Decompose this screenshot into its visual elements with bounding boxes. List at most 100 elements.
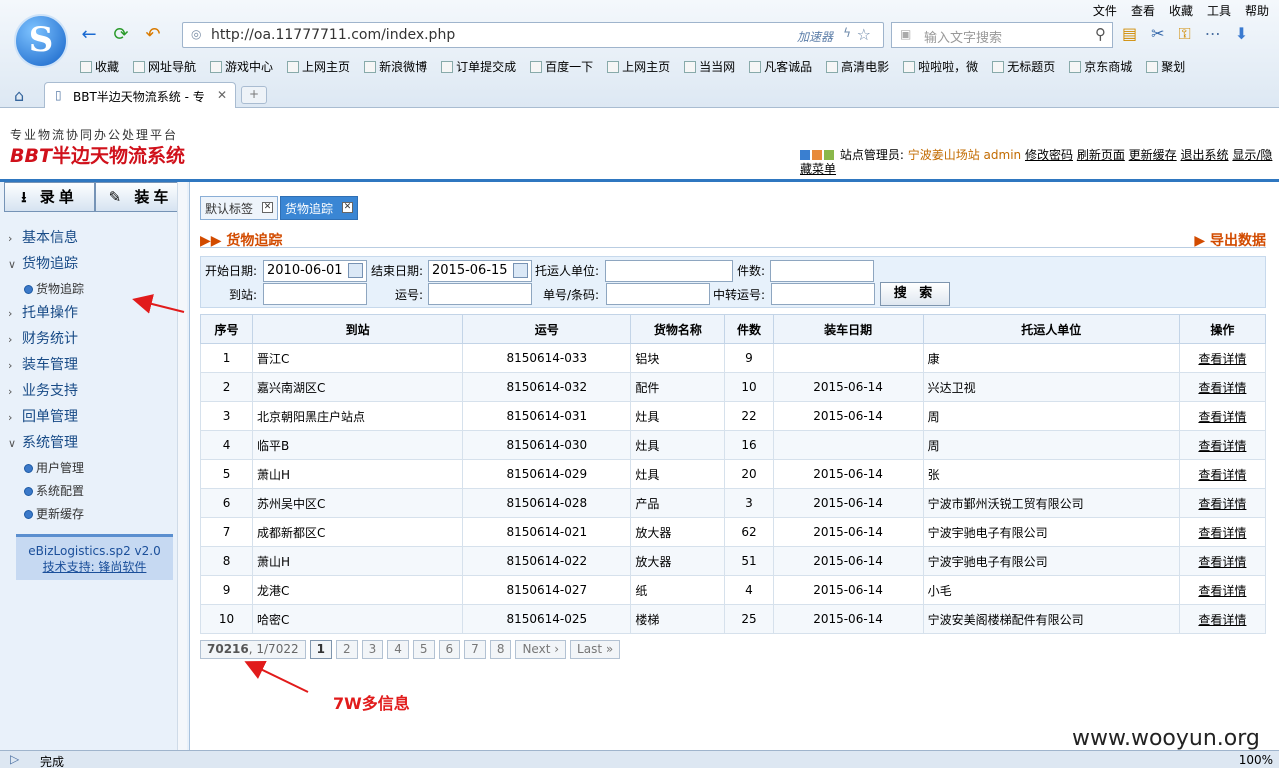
- menu-item-4[interactable]: 帮助: [1245, 2, 1269, 18]
- page-link[interactable]: 4: [387, 640, 409, 659]
- refresh-icon[interactable]: ⟳: [110, 24, 132, 46]
- table-cell[interactable]: 查看详情: [1178, 430, 1267, 460]
- bookmark-item[interactable]: 当当网: [684, 58, 735, 76]
- tab-default[interactable]: 默认标签 ✕: [200, 196, 279, 220]
- sidebar-item[interactable]: › 财务统计: [0, 327, 180, 353]
- shipper-input[interactable]: [605, 260, 733, 282]
- sidebar-subitem[interactable]: 更新缓存: [0, 503, 180, 526]
- zoom-level[interactable]: 100%: [1239, 753, 1273, 767]
- sidebar-scrollbar[interactable]: [177, 182, 187, 750]
- undo-icon[interactable]: ↶: [142, 24, 164, 46]
- sidebar-item[interactable]: › 托单操作: [0, 301, 180, 327]
- header-link[interactable]: 修改密码: [1025, 148, 1073, 162]
- extension-icon[interactable]: ▤: [1122, 24, 1137, 44]
- header-link[interactable]: 更新缓存: [1129, 148, 1177, 162]
- table-cell[interactable]: 查看详情: [1178, 546, 1267, 576]
- start-date-input[interactable]: 2010-06-01: [263, 260, 367, 282]
- sidebar-item[interactable]: › 基本信息: [0, 226, 180, 252]
- bookmark-item[interactable]: 高清电影: [826, 58, 889, 76]
- page-link[interactable]: 7: [464, 640, 486, 659]
- view-details-link[interactable]: 查看详情: [1198, 439, 1246, 453]
- home-icon[interactable]: ⌂: [14, 86, 34, 105]
- new-tab-button[interactable]: +: [241, 86, 267, 104]
- browser-search-box[interactable]: ▣ 输入文字搜索 ⚲: [891, 22, 1113, 48]
- menu-item-2[interactable]: 收藏: [1169, 2, 1193, 18]
- browser-tab[interactable]: ▯ BBT半边天物流系统 - 专 ✕: [44, 82, 236, 108]
- sidebar-subitem[interactable]: 系统配置: [0, 480, 180, 503]
- sidebar-subitem[interactable]: 货物追踪: [0, 278, 180, 301]
- close-tab-icon[interactable]: ✕: [217, 88, 227, 102]
- destination-input[interactable]: [263, 283, 367, 305]
- page-link[interactable]: Last »: [570, 640, 621, 659]
- theme-green-icon[interactable]: [824, 150, 834, 160]
- bookmark-item[interactable]: 上网主页: [607, 58, 670, 76]
- url-text[interactable]: http://oa.11777711.com/index.php: [211, 27, 455, 43]
- page-link[interactable]: 1: [309, 640, 332, 659]
- more-icon[interactable]: ⋯: [1205, 24, 1221, 44]
- sidebar-item[interactable]: ∨ 货物追踪: [0, 252, 180, 278]
- barcode-input[interactable]: [606, 283, 710, 305]
- theme-orange-icon[interactable]: [812, 150, 822, 160]
- sidebar-item[interactable]: › 业务支持: [0, 379, 180, 405]
- table-cell[interactable]: 查看详情: [1178, 517, 1267, 547]
- calendar-icon[interactable]: [348, 263, 363, 278]
- bookmark-item[interactable]: 啦啦啦，微: [903, 58, 978, 76]
- export-button[interactable]: ▶ 导出数据: [1194, 230, 1266, 250]
- browser-logo-icon[interactable]: S: [14, 14, 68, 68]
- menu-item-3[interactable]: 工具: [1207, 2, 1231, 18]
- page-link[interactable]: 2: [335, 640, 358, 659]
- view-details-link[interactable]: 查看详情: [1198, 381, 1246, 395]
- tab-tracking[interactable]: 货物追踪 ✕: [280, 196, 359, 220]
- page-link[interactable]: 6: [438, 640, 461, 659]
- bookmark-item[interactable]: 新浪微博: [364, 58, 427, 76]
- accelerator-label[interactable]: 加速器: [797, 28, 833, 45]
- menu-item-1[interactable]: 查看: [1131, 2, 1155, 18]
- calendar-icon[interactable]: [513, 263, 528, 278]
- view-details-link[interactable]: 查看详情: [1198, 526, 1246, 540]
- table-cell[interactable]: 查看详情: [1178, 343, 1267, 373]
- bookmark-item[interactable]: 上网主页: [287, 58, 350, 76]
- search-engine-icon[interactable]: ▣: [900, 27, 911, 41]
- bookmark-item[interactable]: 聚划: [1146, 58, 1185, 76]
- bookmark-item[interactable]: 百度一下: [530, 58, 593, 76]
- close-icon[interactable]: ✕: [342, 202, 354, 213]
- bookmark-item[interactable]: 收藏: [80, 58, 119, 76]
- view-details-link[interactable]: 查看详情: [1198, 497, 1246, 511]
- address-bar[interactable]: ◎ http://oa.11777711.com/index.php 加速器 ϟ…: [182, 22, 884, 48]
- view-details-link[interactable]: 查看详情: [1198, 555, 1246, 569]
- close-icon[interactable]: ✕: [262, 202, 274, 213]
- bookmark-item[interactable]: 凡客诚品: [749, 58, 812, 76]
- header-link[interactable]: 退出系统: [1181, 148, 1229, 162]
- sidebar-item[interactable]: ∨ 系统管理: [0, 431, 180, 457]
- view-details-link[interactable]: 查看详情: [1198, 584, 1246, 598]
- table-cell[interactable]: 查看详情: [1178, 459, 1267, 489]
- menu-item-0[interactable]: 文件: [1093, 2, 1117, 18]
- play-icon[interactable]: ▷: [10, 752, 19, 766]
- bookmark-item[interactable]: 游戏中心: [210, 58, 273, 76]
- table-cell[interactable]: 查看详情: [1178, 372, 1267, 402]
- page-link[interactable]: Next ›: [515, 640, 567, 659]
- search-icon[interactable]: ⚲: [1095, 25, 1106, 43]
- theme-blue-icon[interactable]: [800, 150, 810, 160]
- download-icon[interactable]: ⬇: [1235, 24, 1248, 44]
- view-details-link[interactable]: 查看详情: [1198, 410, 1246, 424]
- lightning-icon[interactable]: ϟ: [843, 26, 851, 40]
- search-button[interactable]: 搜 索: [880, 282, 950, 306]
- key-icon[interactable]: ⚿: [1179, 24, 1191, 44]
- table-cell[interactable]: 查看详情: [1178, 488, 1267, 518]
- bookmark-item[interactable]: 无标题页: [992, 58, 1055, 76]
- table-cell[interactable]: 查看详情: [1178, 401, 1267, 431]
- sidebar-item[interactable]: › 装车管理: [0, 353, 180, 379]
- table-cell[interactable]: 查看详情: [1178, 575, 1267, 605]
- end-date-input[interactable]: 2015-06-15: [428, 260, 532, 282]
- cut-icon[interactable]: ✂: [1151, 24, 1164, 44]
- page-link[interactable]: 5: [412, 640, 435, 659]
- table-cell[interactable]: 查看详情: [1178, 604, 1267, 634]
- star-icon[interactable]: ☆: [857, 25, 871, 44]
- bookmark-item[interactable]: 订单提交成: [441, 58, 516, 76]
- sidebar-item[interactable]: › 回单管理: [0, 405, 180, 431]
- support-link[interactable]: 技术支持: 锋尚软件: [16, 559, 173, 575]
- header-link[interactable]: 刷新页面: [1077, 148, 1125, 162]
- back-icon[interactable]: ←: [78, 24, 100, 46]
- bookmark-item[interactable]: 网址导航: [133, 58, 196, 76]
